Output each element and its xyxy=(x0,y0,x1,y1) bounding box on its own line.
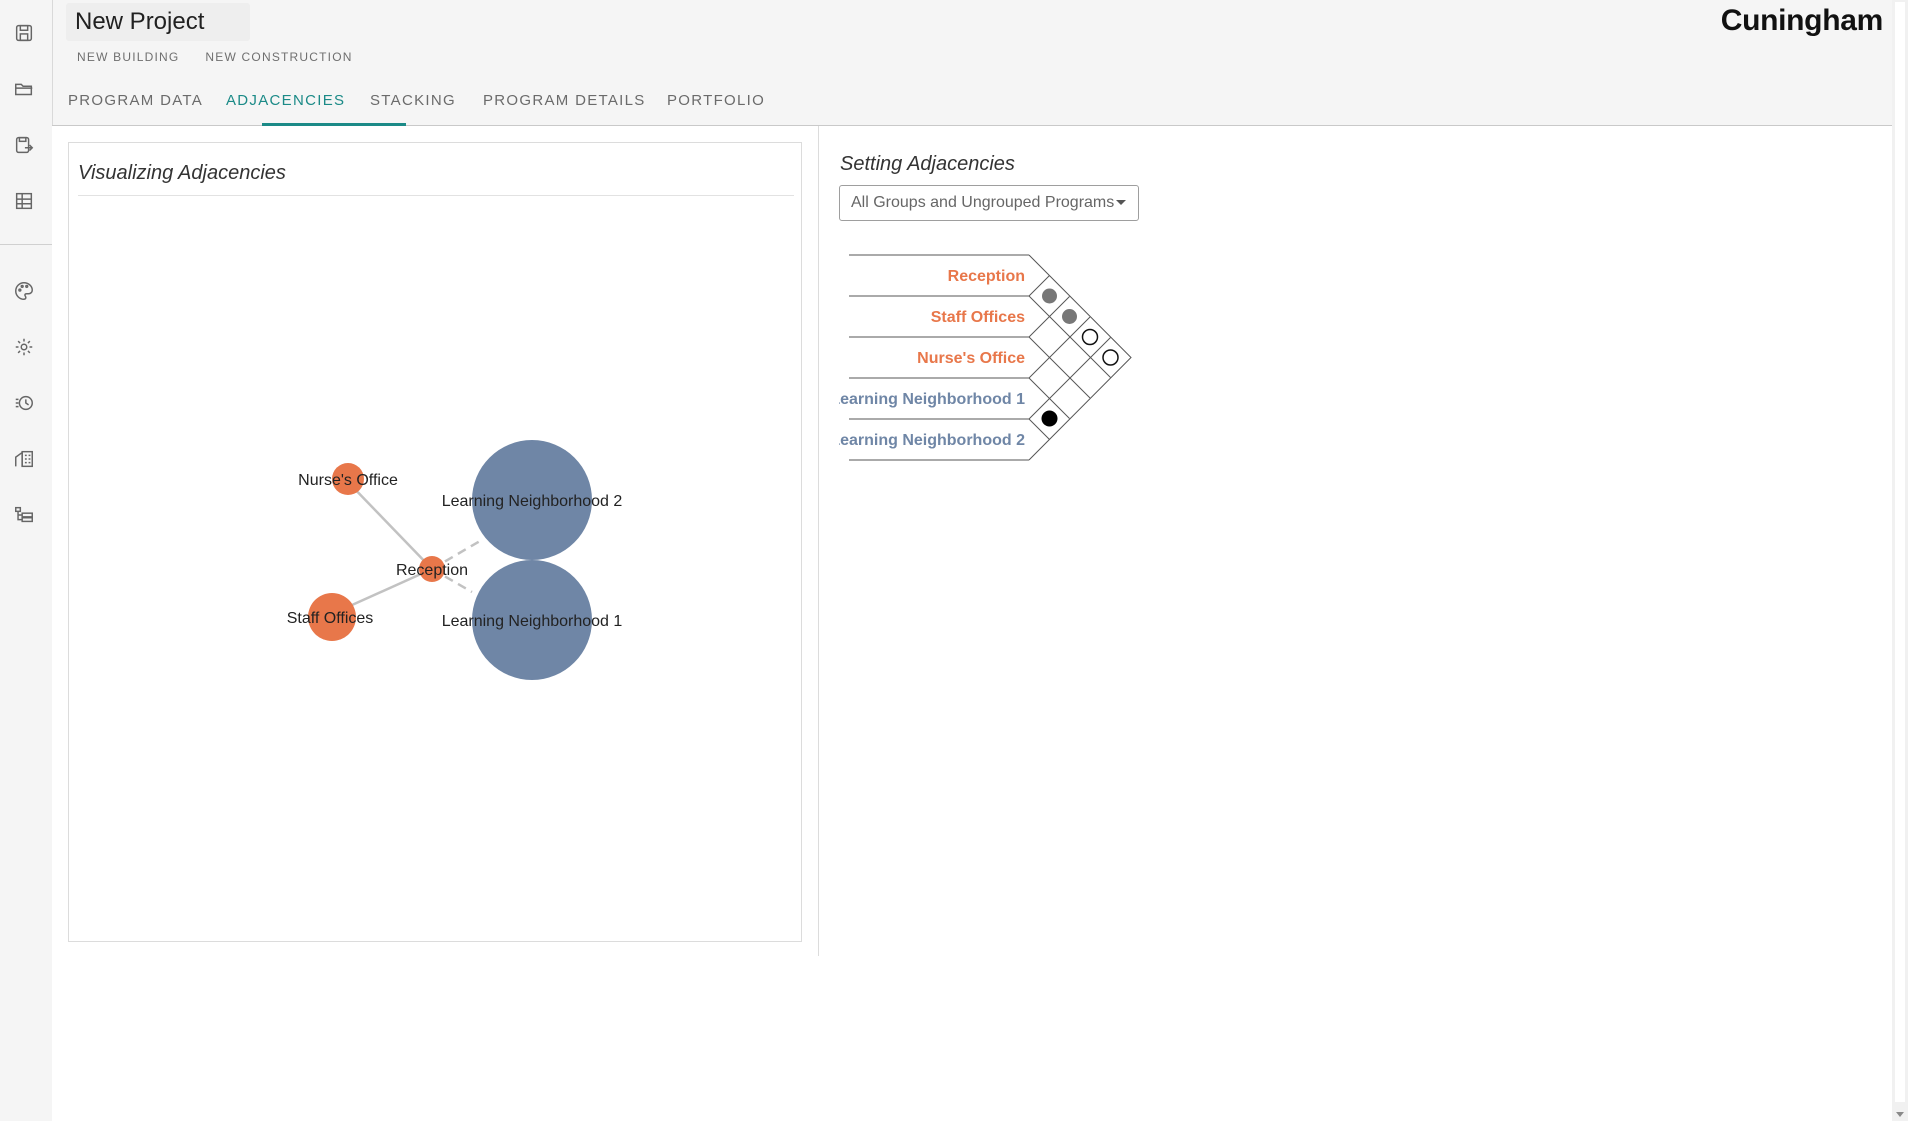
folder-open-icon[interactable] xyxy=(12,77,36,101)
tab-adjacencies[interactable]: ADJACENCIES xyxy=(226,92,345,109)
node-label-learning-neighborhood-1: Learning Neighborhood 1 xyxy=(442,613,623,630)
program-group-filter-dropdown[interactable]: All Groups and Ungrouped Programs xyxy=(839,185,1139,221)
row-label-staff-offices: Staff Offices xyxy=(931,309,1025,326)
panel-title: Visualizing Adjacencies xyxy=(78,162,286,184)
history-icon[interactable] xyxy=(12,391,36,415)
brand-logo: Cuningham xyxy=(1720,4,1884,37)
tab-stacking[interactable]: STACKING xyxy=(370,92,456,109)
project-subnav: NEW BUILDING NEW CONSTRUCTION xyxy=(77,50,353,64)
node-label-reception: Reception xyxy=(396,562,468,579)
filter-selected-value: All Groups and Ungrouped Programs xyxy=(851,194,1115,211)
node-label-nurses-office: Nurse's Office xyxy=(298,472,398,489)
tab-program-details[interactable]: PROGRAM DETAILS xyxy=(483,92,646,109)
matrix-row-labels: Reception Staff Offices Nurse's Office L… xyxy=(839,268,1025,449)
chevron-down-icon xyxy=(1116,200,1126,205)
scrollbar-thumb[interactable] xyxy=(1895,2,1905,1102)
row-label-learning-neighborhood-2: Learning Neighborhood 2 xyxy=(839,432,1025,449)
marker-reception-staff-offices[interactable] xyxy=(1042,288,1057,304)
node-label-learning-neighborhood-2: Learning Neighborhood 2 xyxy=(442,493,623,510)
palette-icon[interactable] xyxy=(12,279,36,303)
save-as-icon[interactable] xyxy=(12,133,36,157)
sidebar xyxy=(0,0,53,1121)
tab-portfolio[interactable]: PORTFOLIO xyxy=(667,92,765,109)
save-icon[interactable] xyxy=(12,21,36,45)
gear-icon[interactable] xyxy=(12,335,36,359)
content-area: Visualizing Adjacencies Nurse's Office L… xyxy=(52,126,1892,1121)
tab-program-data[interactable]: PROGRAM DATA xyxy=(68,92,203,109)
hierarchy-icon[interactable] xyxy=(12,503,36,527)
marker-learning-neighborhood-1-learning-neighborhood-2[interactable] xyxy=(1041,410,1058,427)
spreadsheet-icon[interactable] xyxy=(12,189,36,213)
marker-reception-learning-neighborhood-2[interactable] xyxy=(1102,349,1119,366)
marker-reception-learning-neighborhood-1[interactable] xyxy=(1081,328,1099,346)
node-label-staff-offices: Staff Offices xyxy=(287,610,374,627)
scroll-down-arrow-icon[interactable] xyxy=(1896,1112,1904,1117)
row-label-reception: Reception xyxy=(948,268,1025,285)
project-title[interactable]: New Project xyxy=(75,8,204,36)
building-icon[interactable] xyxy=(12,447,36,471)
row-label-nurses-office: Nurse's Office xyxy=(917,350,1025,367)
subnav-new-building[interactable]: NEW BUILDING xyxy=(77,50,179,64)
page-scrollbar[interactable] xyxy=(1892,0,1908,1121)
matrix-markers xyxy=(1041,288,1119,427)
pane-divider xyxy=(818,126,819,956)
setting-adjacencies-title: Setting Adjacencies xyxy=(840,153,1015,175)
marker-reception-nurses-office[interactable] xyxy=(1062,309,1077,324)
row-label-learning-neighborhood-1: Learning Neighborhood 1 xyxy=(839,391,1025,408)
main-tabs: PROGRAM DATA ADJACENCIES STACKING PROGRA… xyxy=(52,84,1892,126)
link-reception-nurses-office xyxy=(347,481,433,570)
adjacency-graph[interactable]: Nurse's Office Learning Neighborhood 2 R… xyxy=(68,196,800,936)
sidebar-divider xyxy=(0,244,52,245)
subnav-new-construction[interactable]: NEW CONSTRUCTION xyxy=(205,50,352,64)
adjacency-matrix[interactable]: Reception Staff Offices Nurse's Office L… xyxy=(839,226,1159,466)
